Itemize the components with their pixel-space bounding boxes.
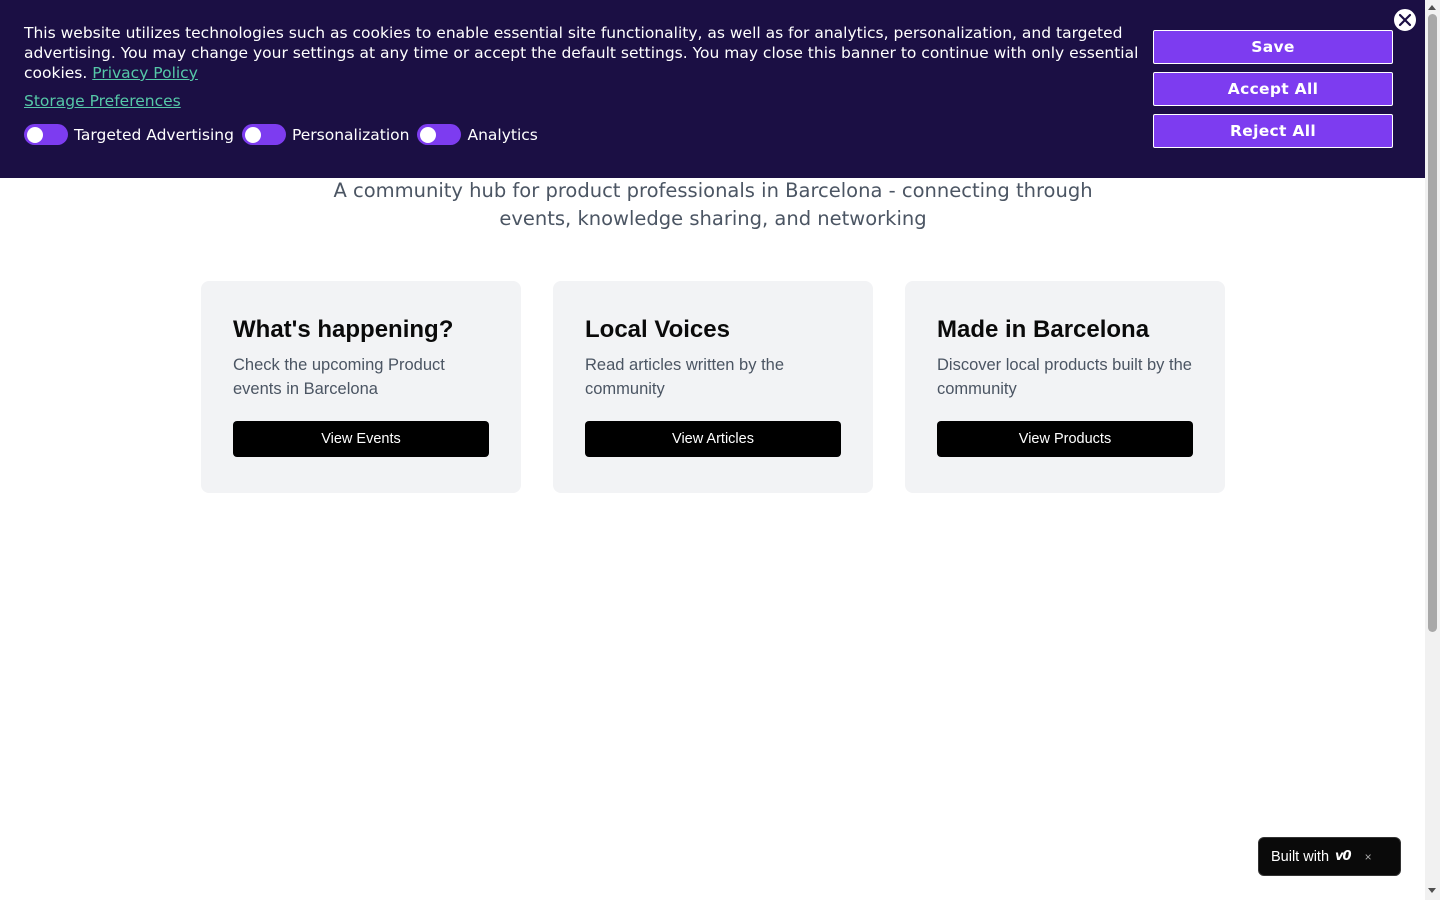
hero-subtitle: A community hub for product professional…	[333, 179, 1093, 230]
cookie-toggles: Targeted Advertising Personalization Ana…	[24, 124, 546, 145]
reject-all-button[interactable]: Reject All	[1153, 114, 1393, 148]
toggle-analytics: Analytics	[417, 124, 538, 145]
storage-preferences-link[interactable]: Storage Preferences	[24, 91, 181, 111]
targeted-advertising-switch[interactable]	[24, 124, 68, 145]
view-articles-button[interactable]: View Articles	[585, 421, 841, 457]
view-events-button[interactable]: View Events	[233, 421, 489, 457]
built-with-badge[interactable]: Built with v0 ×	[1258, 837, 1401, 876]
card-description: Check the upcoming Product events in Bar…	[233, 356, 445, 398]
card-products: Made in Barcelona Discover local product…	[905, 281, 1225, 493]
card-description: Read articles written by the community	[585, 356, 785, 398]
toggle-personalization: Personalization	[241, 124, 410, 145]
page-scrollbar[interactable]	[1425, 0, 1440, 900]
card-title: Local Voices	[585, 316, 730, 343]
accept-all-button[interactable]: Accept All	[1153, 72, 1393, 106]
card-description: Discover local products built by the com…	[937, 356, 1192, 398]
scrollbar-thumb[interactable]	[1428, 14, 1437, 632]
toggle-label: Targeted Advertising	[74, 125, 234, 144]
cookie-message: This website utilizes technologies such …	[24, 23, 1144, 83]
v0-logo-icon: v0	[1335, 849, 1352, 864]
scroll-down-arrow-icon[interactable]	[1428, 888, 1436, 893]
badge-close-icon[interactable]: ×	[1365, 850, 1372, 864]
toggle-label: Personalization	[291, 125, 410, 144]
cookie-banner: This website utilizes technologies such …	[0, 0, 1425, 178]
view-products-button[interactable]: View Products	[937, 421, 1193, 457]
scroll-up-arrow-icon[interactable]	[1428, 5, 1436, 10]
personalization-switch[interactable]	[241, 124, 286, 145]
card-title: Made in Barcelona	[937, 316, 1150, 343]
privacy-policy-link[interactable]: Privacy Policy	[92, 64, 198, 82]
toggle-targeted-advertising: Targeted Advertising	[24, 124, 234, 145]
analytics-switch[interactable]	[417, 124, 462, 145]
save-button[interactable]: Save	[1153, 30, 1393, 64]
card-title: What's happening?	[233, 316, 454, 343]
close-banner-button[interactable]	[1392, 7, 1418, 33]
card-articles: Local Voices Read articles written by th…	[553, 281, 873, 493]
close-icon	[1398, 13, 1412, 27]
badge-text: Built with	[1271, 848, 1330, 865]
toggle-label: Analytics	[467, 125, 538, 144]
card-events: What's happening? Check the upcoming Pro…	[201, 281, 521, 493]
